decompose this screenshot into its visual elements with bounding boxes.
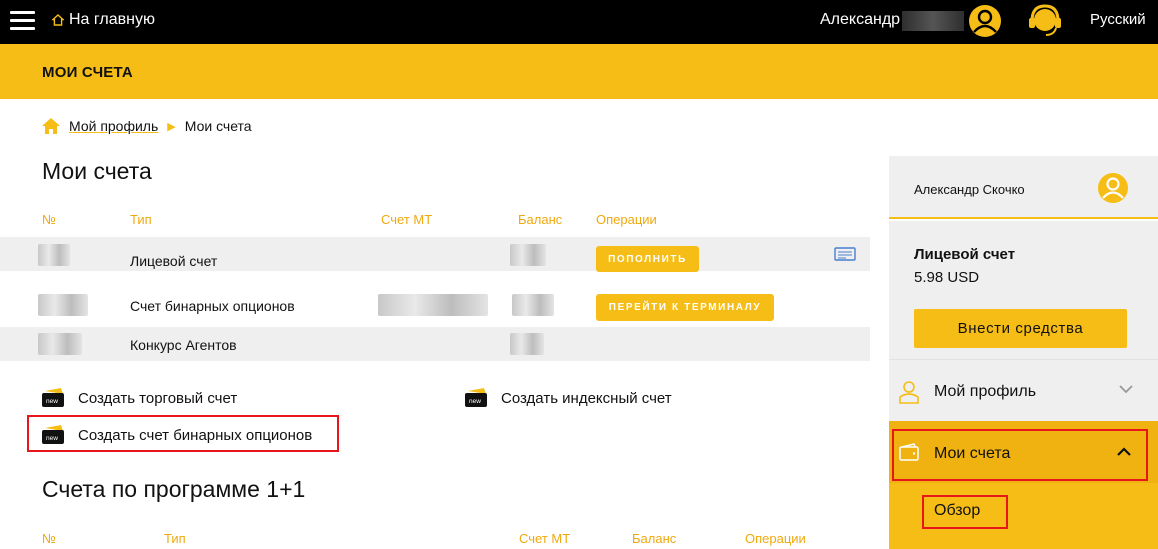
sidebar-user-card: Александр Скочко [889,156,1158,219]
account-type: Счет бинарных опционов [130,298,295,314]
hamburger-menu-icon[interactable] [10,11,35,31]
accounts-table-header: № Тип Счет MT Баланс Операции [0,212,870,230]
home-link-label: На главную [69,11,155,28]
mt-account-redacted [378,294,488,316]
band-title: МОИ СЧЕТА [42,64,133,81]
breadcrumb-chevron-icon: ▶ [167,120,176,133]
balance-title: Лицевой счет [914,246,1016,263]
sidebar-item-label: Мой профиль [934,383,1037,400]
account-sidebar: Александр Скочко Лицевой счет 5.98 USD В… [889,156,1158,549]
breadcrumb: Мой профиль ▶ Мои счета [42,118,252,134]
column-header-number: № [42,212,56,227]
card-icon[interactable] [834,246,856,262]
user-avatar-icon[interactable] [1097,172,1129,204]
table-row: Счет бинарных опционов ПЕРЕЙТИ К ТЕРМИНА… [0,286,870,321]
breadcrumb-current: Мои счета [184,118,252,134]
account-number-redacted [38,333,82,355]
page-title-band: МОИ СЧЕТА [0,44,1158,99]
balance-redacted [510,333,544,355]
page-heading: Мои счета [42,158,152,184]
account-number-redacted [38,294,88,316]
user-surname-redacted [902,11,964,31]
breadcrumb-profile-link[interactable]: Мой профиль [69,118,158,134]
balance-redacted [510,244,546,266]
table-row: Конкурс Агентов [0,327,870,361]
balance-redacted [512,294,554,316]
create-trading-account-label: Создать торговый счет [78,389,238,407]
sidebar-user-name: Александр Скочко [914,182,1025,197]
sidebar-balance-card: Лицевой счет 5.98 USD Внести средства [889,221,1158,359]
partner-program-heading: Счета по программе 1+1 [42,476,306,502]
top-navigation-bar: На главную Александр Русский [0,0,1158,44]
column-header-type: Тип [164,531,186,546]
new-badge: new [469,398,481,405]
balance-amount: 5.98 USD [914,269,980,286]
top-up-button[interactable]: ПОПОЛНИТЬ [596,246,699,272]
highlight-box [892,429,1148,481]
table-row: Лицевой счет ПОПОЛНИТЬ [0,237,870,272]
account-type: Конкурс Агентов [130,337,237,353]
home-icon [52,14,64,26]
new-wallet-icon: new [465,388,487,407]
new-wallet-icon: new [42,388,64,407]
column-header-type: Тип [130,212,152,227]
create-index-account-link[interactable]: new Создать индексный счет [465,388,672,408]
go-to-terminal-button[interactable]: ПЕРЕЙТИ К ТЕРМИНАЛУ [596,294,774,321]
deposit-funds-button[interactable]: Внести средства [914,309,1127,348]
column-header-operations: Операции [596,212,657,227]
account-number-redacted [38,244,70,266]
column-header-mt-account: Счет MT [381,212,433,227]
user-outline-icon [899,381,919,404]
column-header-balance: Баланс [518,212,563,227]
create-index-account-label: Создать индексный счет [501,389,672,407]
new-badge: new [46,398,58,405]
chevron-down-icon [1119,385,1133,394]
home-link[interactable]: На главную [52,11,155,29]
language-selector[interactable]: Русский [1090,11,1146,28]
create-trading-account-link[interactable]: new Создать торговый счет [42,388,237,408]
user-avatar-icon[interactable] [968,4,1002,38]
column-header-balance: Баланс [632,531,677,546]
highlight-box [27,415,339,452]
highlight-box [922,495,1008,529]
support-headset-icon[interactable] [1028,3,1062,39]
sidebar-item-my-profile[interactable]: Мой профиль [889,359,1158,421]
column-header-number: № [42,531,56,546]
column-header-operations: Операции [745,531,806,546]
user-name-header[interactable]: Александр [820,11,900,29]
column-header-mt-account: Счет MT [519,531,571,546]
account-type: Лицевой счет [130,253,218,269]
home-icon [42,118,60,134]
